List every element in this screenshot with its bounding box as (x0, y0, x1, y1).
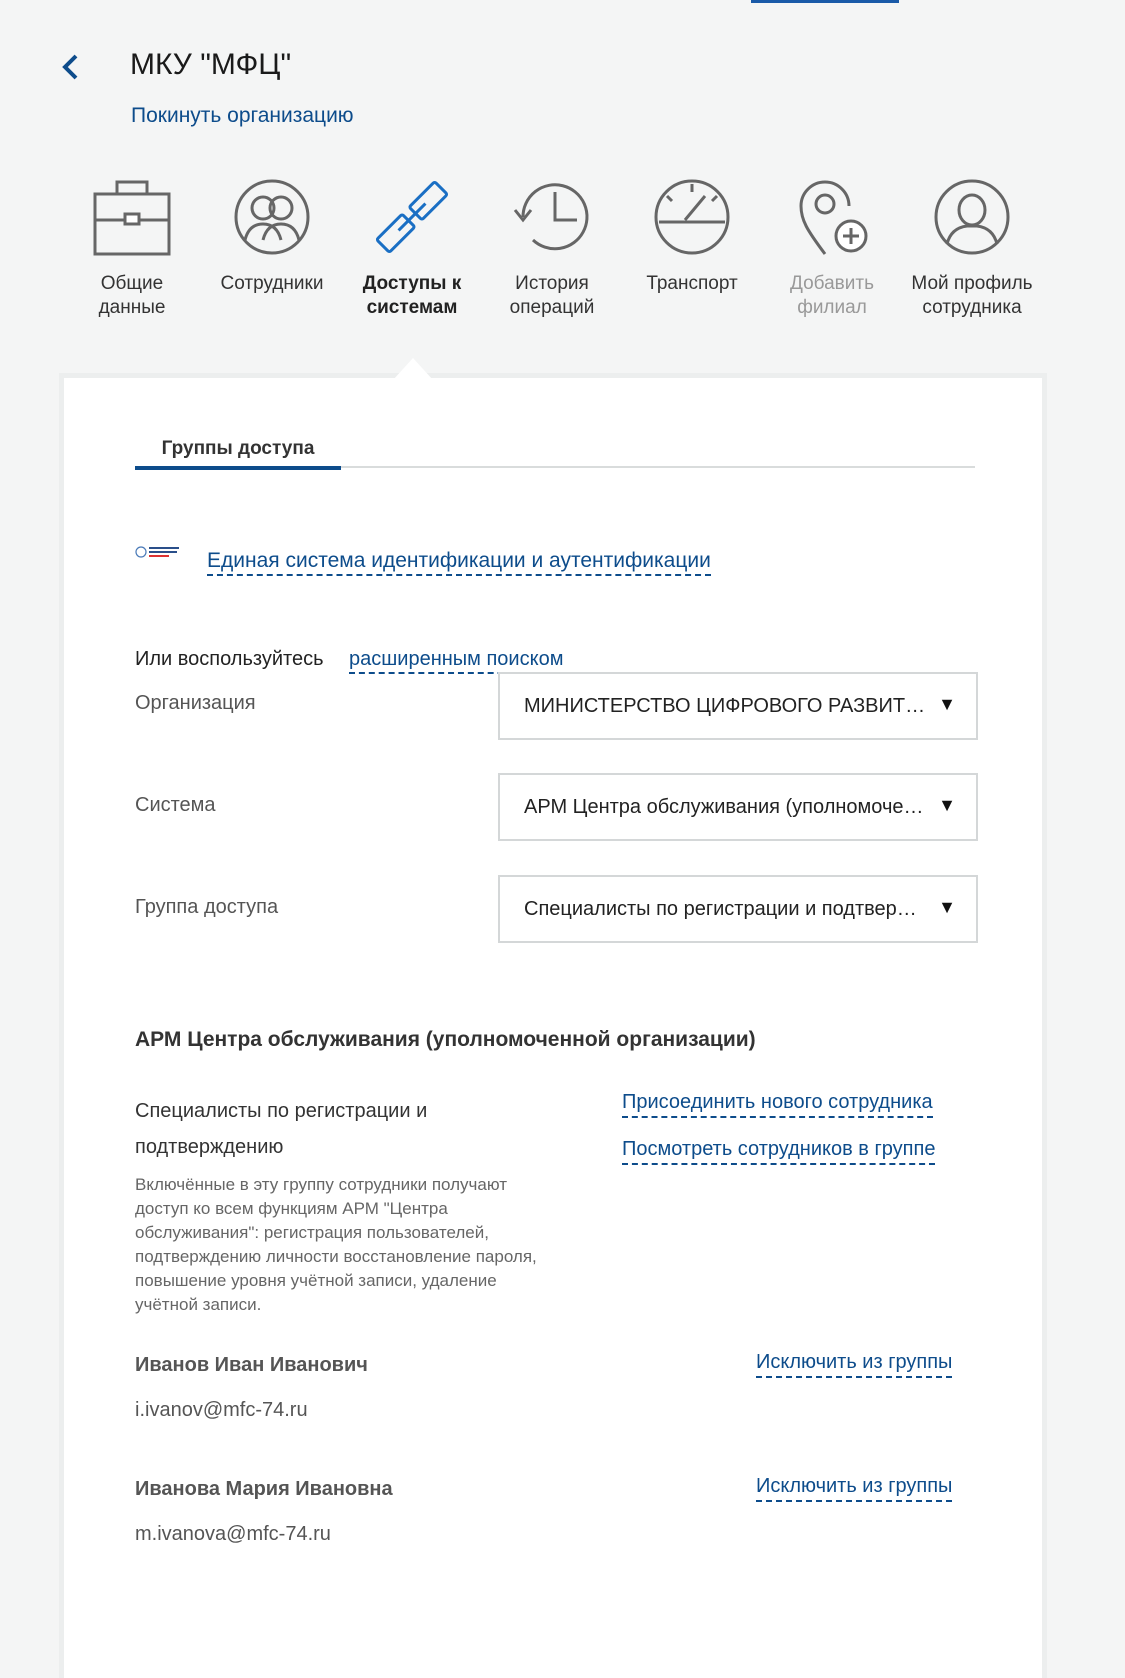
advanced-search-text: Или воспользуйтесь (135, 648, 324, 670)
remove-from-group-link[interactable]: Исключить из группы (756, 1348, 953, 1378)
org-nav: Общие данные Сотрудники Доступы к систем… (62, 172, 1042, 342)
dropdown-arrow-icon: ▼ (938, 897, 956, 917)
nav-label-system-access: Доступы к системам (362, 273, 462, 318)
member-name: Иванов Иван Иванович (135, 1354, 368, 1376)
tab-bar: Группы доступа (135, 438, 975, 470)
access-group-label: Группа доступа (135, 896, 279, 918)
access-group-select-value: Специалисты по регистрации и подтвер… (524, 898, 917, 920)
leave-organization-link[interactable]: Покинуть организацию (131, 104, 354, 128)
esia-link[interactable]: Единая система идентификации и аутентифи… (207, 548, 711, 576)
advanced-search-link[interactable]: расширенным поиском (349, 646, 564, 674)
organization-select[interactable]: МИНИСТЕРСТВО ЦИФРОВОГО РАЗВИТ… ▼ (498, 672, 978, 740)
nav-label-transport: Транспорт (646, 273, 738, 294)
tab-access-groups[interactable]: Группы доступа (135, 438, 341, 470)
view-group-employees-link[interactable]: Посмотреть сотрудников в группе (622, 1135, 936, 1165)
access-panel: Группы доступа Единая система идентифика… (64, 378, 1042, 1678)
add-employee-link[interactable]: Присоединить нового сотрудника (622, 1088, 933, 1118)
nav-item-general[interactable]: Общие данные (62, 172, 202, 320)
dropdown-arrow-icon: ▼ (938, 694, 956, 714)
group-name: Специалисты по регистрации и подтвержден… (135, 1100, 428, 1158)
nav-item-system-access[interactable]: Доступы к системам (342, 172, 482, 320)
group-description: Включённые в эту группу сотрудники получ… (135, 1175, 537, 1314)
member-name: Иванова Мария Ивановна (135, 1478, 393, 1500)
nav-label-add-branch: Добавить филиал (790, 273, 874, 318)
nav-item-transport[interactable]: Транспорт (622, 172, 762, 296)
nav-item-my-profile[interactable]: Мой профиль сотрудника (902, 172, 1042, 320)
back-button[interactable] (56, 50, 86, 84)
dropdown-arrow-icon: ▼ (938, 795, 956, 815)
system-section-title: АРМ Центра обслуживания (уполномоченной … (135, 1028, 756, 1051)
briefcase-icon (93, 180, 171, 256)
gosuslugi-logo-icon (135, 546, 179, 558)
access-group-select[interactable]: Специалисты по регистрации и подтвер… ▼ (498, 875, 978, 943)
system-label: Система (135, 794, 216, 816)
top-accent-bar (751, 0, 899, 3)
organization-label: Организация (135, 692, 256, 714)
chevron-left-icon (62, 54, 78, 80)
speedometer-icon (654, 179, 730, 255)
organization-select-value: МИНИСТЕРСТВО ЦИФРОВОГО РАЗВИТ… (524, 695, 926, 717)
nav-label-my-profile: Мой профиль сотрудника (911, 273, 1033, 318)
link-icon (375, 180, 449, 254)
profile-icon (934, 179, 1010, 255)
system-select-value: АРМ Центра обслуживания (уполномоче… (524, 796, 924, 818)
add-location-icon (799, 180, 868, 255)
nav-item-history[interactable]: История операций (482, 172, 622, 320)
nav-item-add-branch[interactable]: Добавить филиал (762, 172, 902, 320)
remove-from-group-link[interactable]: Исключить из группы (756, 1472, 953, 1502)
nav-label-general: Общие данные (98, 273, 166, 318)
page-title: МКУ "МФЦ" (130, 48, 292, 81)
nav-label-history: История операций (509, 273, 595, 318)
history-icon (513, 183, 589, 251)
system-select[interactable]: АРМ Центра обслуживания (уполномоче… ▼ (498, 773, 978, 841)
active-tab-pointer (393, 358, 433, 380)
employees-icon (234, 179, 310, 255)
member-email: m.ivanova@mfc-74.ru (135, 1523, 331, 1545)
member-email: i.ivanov@mfc-74.ru (135, 1399, 308, 1421)
nav-item-employees[interactable]: Сотрудники (202, 172, 342, 296)
nav-label-employees: Сотрудники (220, 273, 324, 294)
